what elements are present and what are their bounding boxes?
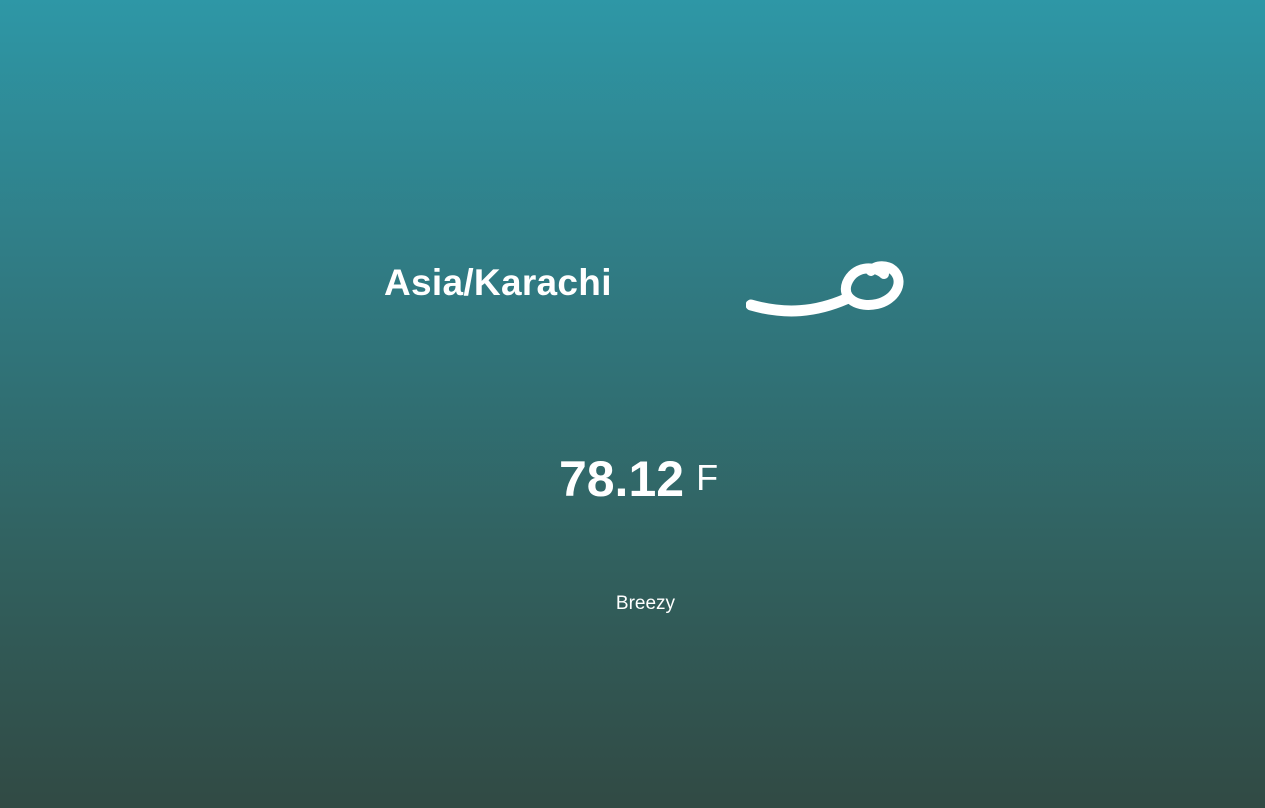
weather-panel: Asia/Karachi 78.12 F Breezy [0, 0, 1265, 808]
temperature-value: 78.12 [558, 451, 685, 507]
location-row: Asia/Karachi [384, 245, 924, 325]
wind-icon [745, 250, 908, 320]
temperature-row: 78.12 F [0, 450, 1265, 508]
weather-summary: Breezy [615, 593, 676, 614]
timezone-label: Asia/Karachi [384, 262, 612, 303]
temperature-unit: F [696, 457, 719, 498]
temperature: 78.12 F [559, 450, 718, 508]
